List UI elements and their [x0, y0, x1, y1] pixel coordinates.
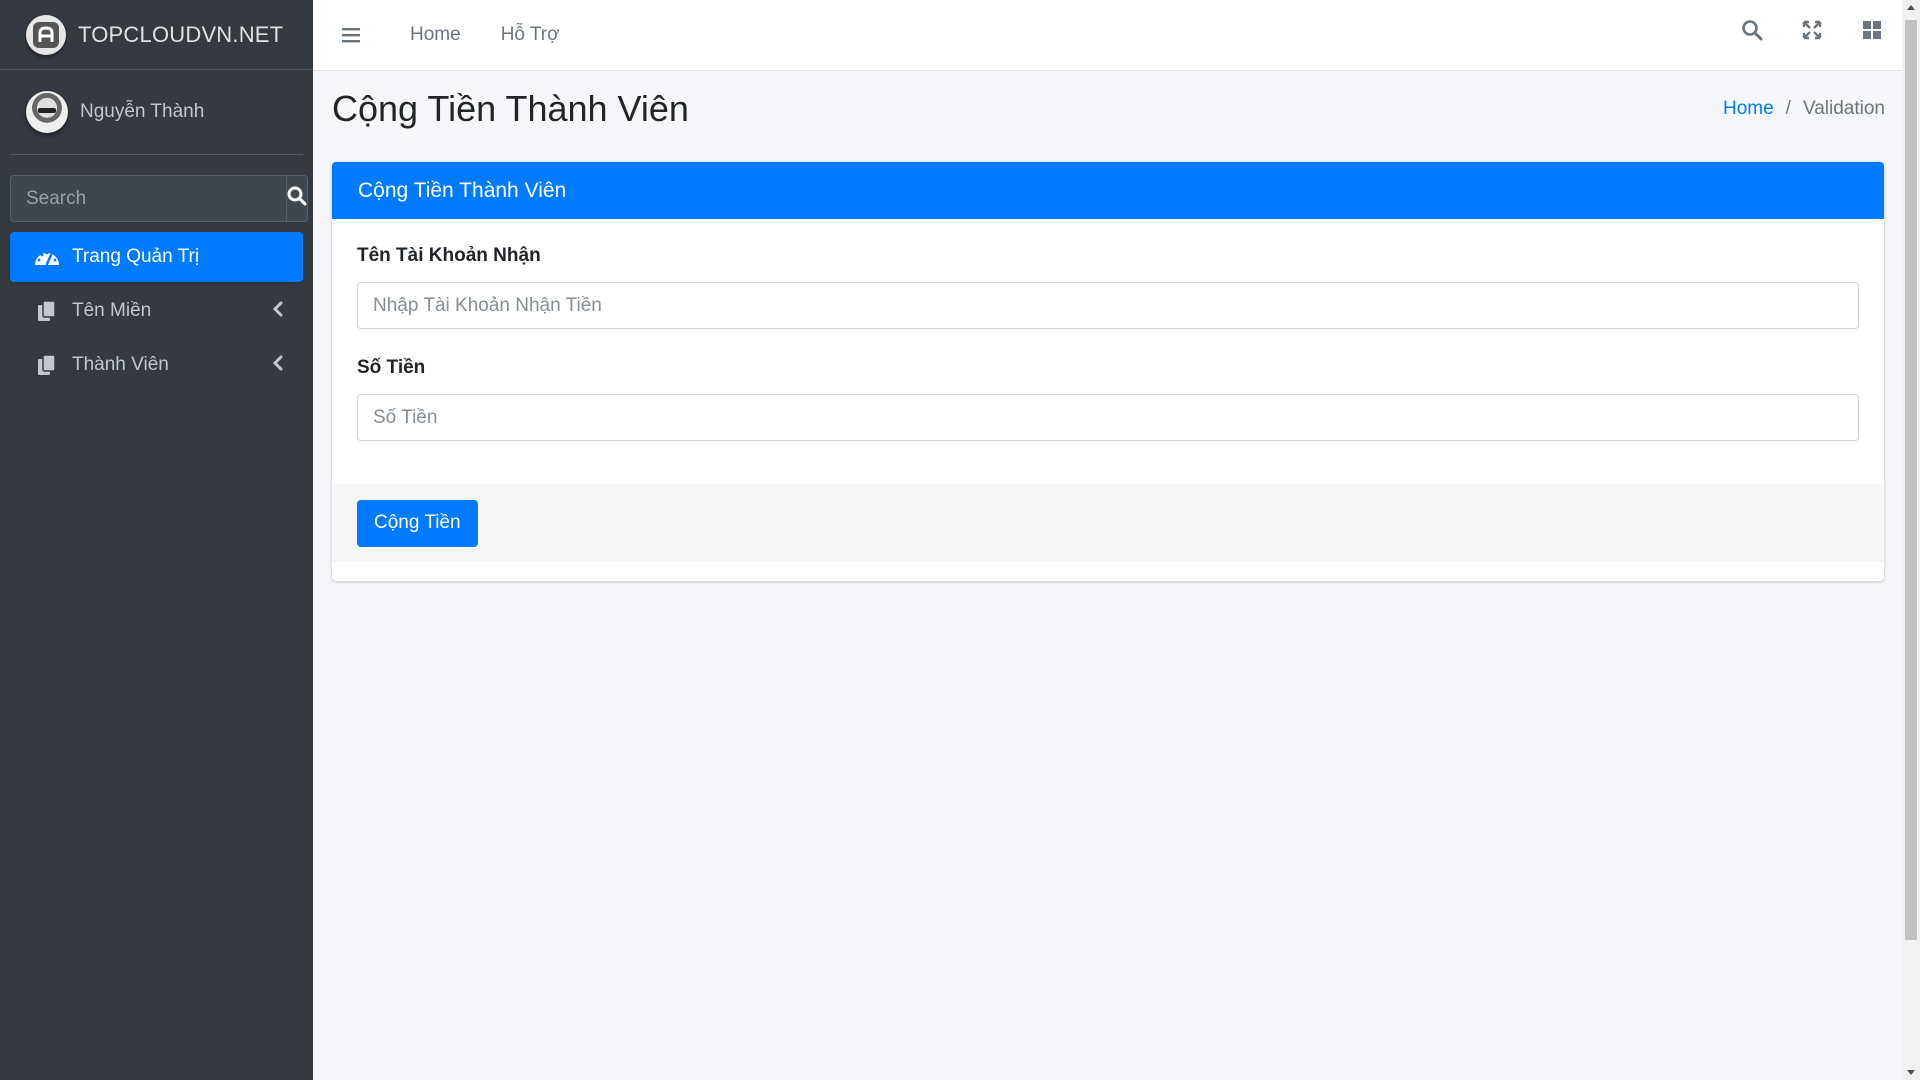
dashboard-gauge-icon: [34, 245, 60, 269]
nav-link-home[interactable]: Home: [410, 24, 461, 46]
page-title: Cộng Tiền Thành Viên: [332, 88, 689, 129]
sidebar-item-label: Tên Miền: [72, 300, 152, 321]
breadcrumb-separator: /: [1785, 98, 1791, 119]
copy-icon: [34, 353, 60, 377]
sidebar-item-label: Thành Viên: [72, 354, 169, 375]
card-title: Cộng Tiền Thành Viên: [358, 178, 567, 202]
scroll-down-arrow-icon[interactable]: [1907, 1070, 1915, 1075]
nav-link-ho-tro[interactable]: Hỗ Trợ: [501, 24, 560, 46]
content-header: Cộng Tiền Thành Viên Home / Validation: [332, 88, 1885, 138]
search-icon[interactable]: [1740, 18, 1764, 42]
breadcrumb-current: Validation: [1802, 98, 1885, 119]
brand-name: TOPCLOUDVN.NET: [78, 21, 284, 47]
sidebar-search-button[interactable]: [286, 175, 308, 222]
sidebar-nav: Trang Quản Trị Tên Miền Thành Viên: [10, 232, 303, 394]
logo-icon: [26, 14, 66, 55]
sidebar-item-ten-mien[interactable]: Tên Miền: [10, 286, 303, 336]
add-money-button[interactable]: Cộng Tiền: [357, 499, 478, 547]
amount-label: Số Tiền: [357, 357, 426, 378]
chevron-left-icon[interactable]: [272, 301, 283, 323]
page-scrollbar[interactable]: [1902, 0, 1920, 1080]
expand-icon[interactable]: [1800, 18, 1824, 42]
sidebar-search: [10, 175, 308, 222]
sidebar-item-thanh-vien[interactable]: Thành Viên: [10, 340, 303, 390]
card-body: Tên Tài Khoản Nhận Số Tiền: [332, 219, 1884, 469]
navbar-right-icons: [1740, 18, 1884, 42]
sidebar-search-input[interactable]: [10, 175, 286, 222]
add-money-card: Cộng Tiền Thành Viên Tên Tài Khoản Nhận …: [332, 162, 1884, 581]
scrollbar-thumb[interactable]: [1905, 20, 1917, 940]
user-name[interactable]: Nguyễn Thành: [80, 101, 204, 123]
grid-icon[interactable]: [1860, 18, 1884, 42]
chevron-left-icon[interactable]: [272, 355, 283, 377]
sidebar-item-trang-quan-tri[interactable]: Trang Quản Trị: [10, 232, 303, 282]
user-panel[interactable]: Nguyễn Thành: [10, 70, 303, 155]
recipient-account-input[interactable]: [357, 282, 1859, 329]
card-footer: Cộng Tiền: [332, 484, 1884, 562]
sidebar-item-label: Trang Quản Trị: [72, 246, 200, 267]
search-icon: [287, 186, 307, 211]
breadcrumb-home-link[interactable]: Home: [1723, 98, 1774, 120]
top-navbar: Home Hỗ Trợ: [313, 0, 1902, 71]
sidebar: TOPCLOUDVN.NET Nguyễn Thành Trang Quản T…: [0, 0, 313, 1080]
scroll-up-arrow-icon[interactable]: [1907, 5, 1915, 10]
card-header: Cộng Tiền Thành Viên: [332, 162, 1884, 219]
breadcrumb: Home / Validation: [1723, 98, 1885, 120]
hamburger-menu-icon[interactable]: [341, 26, 365, 44]
recipient-account-label: Tên Tài Khoản Nhận: [357, 245, 541, 266]
copy-icon: [34, 299, 60, 323]
brand-link[interactable]: TOPCLOUDVN.NET: [0, 0, 313, 70]
amount-input[interactable]: [357, 394, 1859, 441]
avatar: [26, 91, 68, 133]
